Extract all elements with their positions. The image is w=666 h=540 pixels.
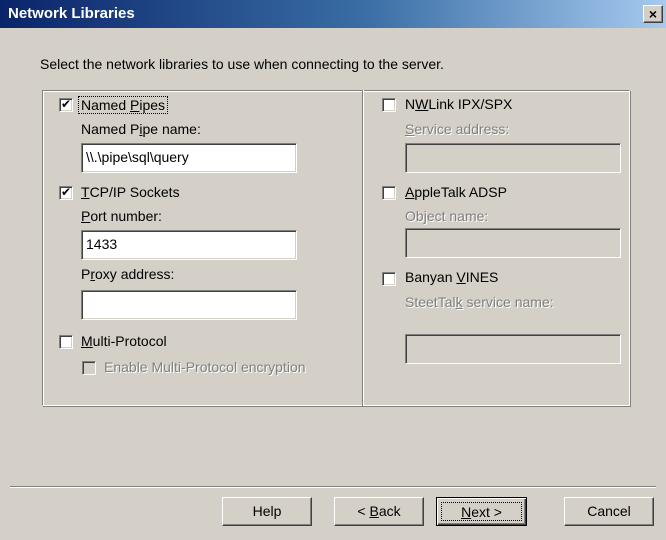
window-title: Network Libraries: [8, 5, 135, 22]
tcpip-label[interactable]: TCP/IP Sockets: [81, 184, 180, 200]
nwlink-label-post: Link IPX/SPX: [428, 96, 513, 112]
multiprotocol-label[interactable]: Multi-Protocol: [81, 333, 167, 349]
banyan-checkbox[interactable]: [382, 272, 396, 286]
appletalk-label-post: ppleTalk ADSP: [414, 184, 507, 200]
proxy-address-label: Proxy address:: [81, 266, 174, 282]
pipe-name-pre: Named P: [81, 121, 140, 137]
back-label-pre: <: [357, 503, 370, 519]
object-label-post: ect name:: [426, 208, 489, 224]
service-label-post: ervice address:: [414, 121, 510, 137]
nwlink-label-pre: N: [405, 96, 416, 112]
banyan-label-accel: V: [456, 269, 466, 285]
named-pipes-label[interactable]: Named Pipes: [78, 96, 169, 114]
port-number-label: Port number:: [81, 208, 162, 224]
object-name-label: Object name:: [405, 208, 488, 224]
tcpip-label-accel: T: [81, 184, 90, 200]
group-divider: [362, 90, 364, 406]
next-label-accel: N: [461, 504, 472, 520]
tcpip-label-post: CP/IP Sockets: [89, 184, 180, 200]
named-pipes-label-post: ipes: [139, 97, 166, 113]
named-pipes-checkbox[interactable]: [59, 98, 73, 112]
close-button[interactable]: ×: [643, 5, 663, 23]
named-pipes-label-pre: Named: [81, 97, 131, 113]
next-focus-rect: Next >: [441, 502, 522, 521]
encryption-checkbox[interactable]: [82, 361, 96, 375]
appletalk-label[interactable]: AppleTalk ADSP: [405, 184, 507, 200]
steettalk-label-pre: SteetTal: [405, 294, 456, 310]
proxy-address-input[interactable]: [81, 290, 297, 320]
port-number-input[interactable]: 1433: [81, 230, 297, 260]
close-icon: ×: [648, 6, 658, 22]
encryption-label: Enable Multi-Protocol encryption: [104, 359, 306, 375]
named-pipe-name-input[interactable]: \\.\pipe\sql\query: [81, 143, 297, 173]
appletalk-label-accel: A: [405, 184, 415, 200]
banyan-label-post: INES: [465, 269, 499, 285]
steettalk-label-post: service name:: [462, 294, 554, 310]
tcpip-checkbox[interactable]: [59, 186, 73, 200]
banyan-label[interactable]: Banyan VINES: [405, 269, 498, 285]
appletalk-checkbox[interactable]: [382, 186, 396, 200]
named-pipe-name-label: Named Pipe name:: [81, 121, 201, 137]
cancel-button[interactable]: Cancel: [564, 497, 654, 526]
multiprotocol-label-post: ulti-Protocol: [92, 333, 167, 349]
bottom-separator: [10, 486, 656, 488]
steettalk-name-label: SteetTalk service name:: [405, 294, 554, 310]
instruction-text: Select the network libraries to use when…: [40, 56, 444, 72]
proxy-label-pre: P: [81, 266, 91, 282]
port-label-post: ort number:: [90, 208, 162, 224]
multiprotocol-label-accel: M: [81, 333, 93, 349]
back-label-accel: B: [369, 503, 379, 519]
service-address-label: Service address:: [405, 121, 509, 137]
multiprotocol-checkbox[interactable]: [59, 335, 73, 349]
pipe-name-post: pe name:: [142, 121, 201, 137]
help-button[interactable]: Help: [222, 497, 312, 526]
banyan-label-pre: Banyan: [405, 269, 457, 285]
title-bar: Network Libraries ×: [0, 0, 666, 28]
object-name-input[interactable]: [405, 228, 621, 258]
object-label-pre: Ob: [405, 208, 424, 224]
port-label-accel: P: [81, 208, 91, 224]
nwlink-label-accel: W: [415, 96, 429, 112]
next-label-post: ext >: [471, 504, 502, 520]
nwlink-label[interactable]: NWLink IPX/SPX: [405, 96, 512, 112]
back-label-post: ack: [378, 503, 401, 519]
proxy-label-post: oxy address:: [95, 266, 175, 282]
named-pipes-label-accel: P: [130, 97, 140, 113]
steettalk-name-input[interactable]: [405, 334, 621, 364]
next-button[interactable]: Next >: [436, 497, 527, 526]
service-address-input[interactable]: [405, 143, 621, 173]
steettalk-label-accel: k: [455, 294, 463, 310]
back-button[interactable]: < Back: [334, 497, 424, 526]
nwlink-checkbox[interactable]: [382, 98, 396, 112]
service-label-accel: S: [405, 121, 415, 137]
